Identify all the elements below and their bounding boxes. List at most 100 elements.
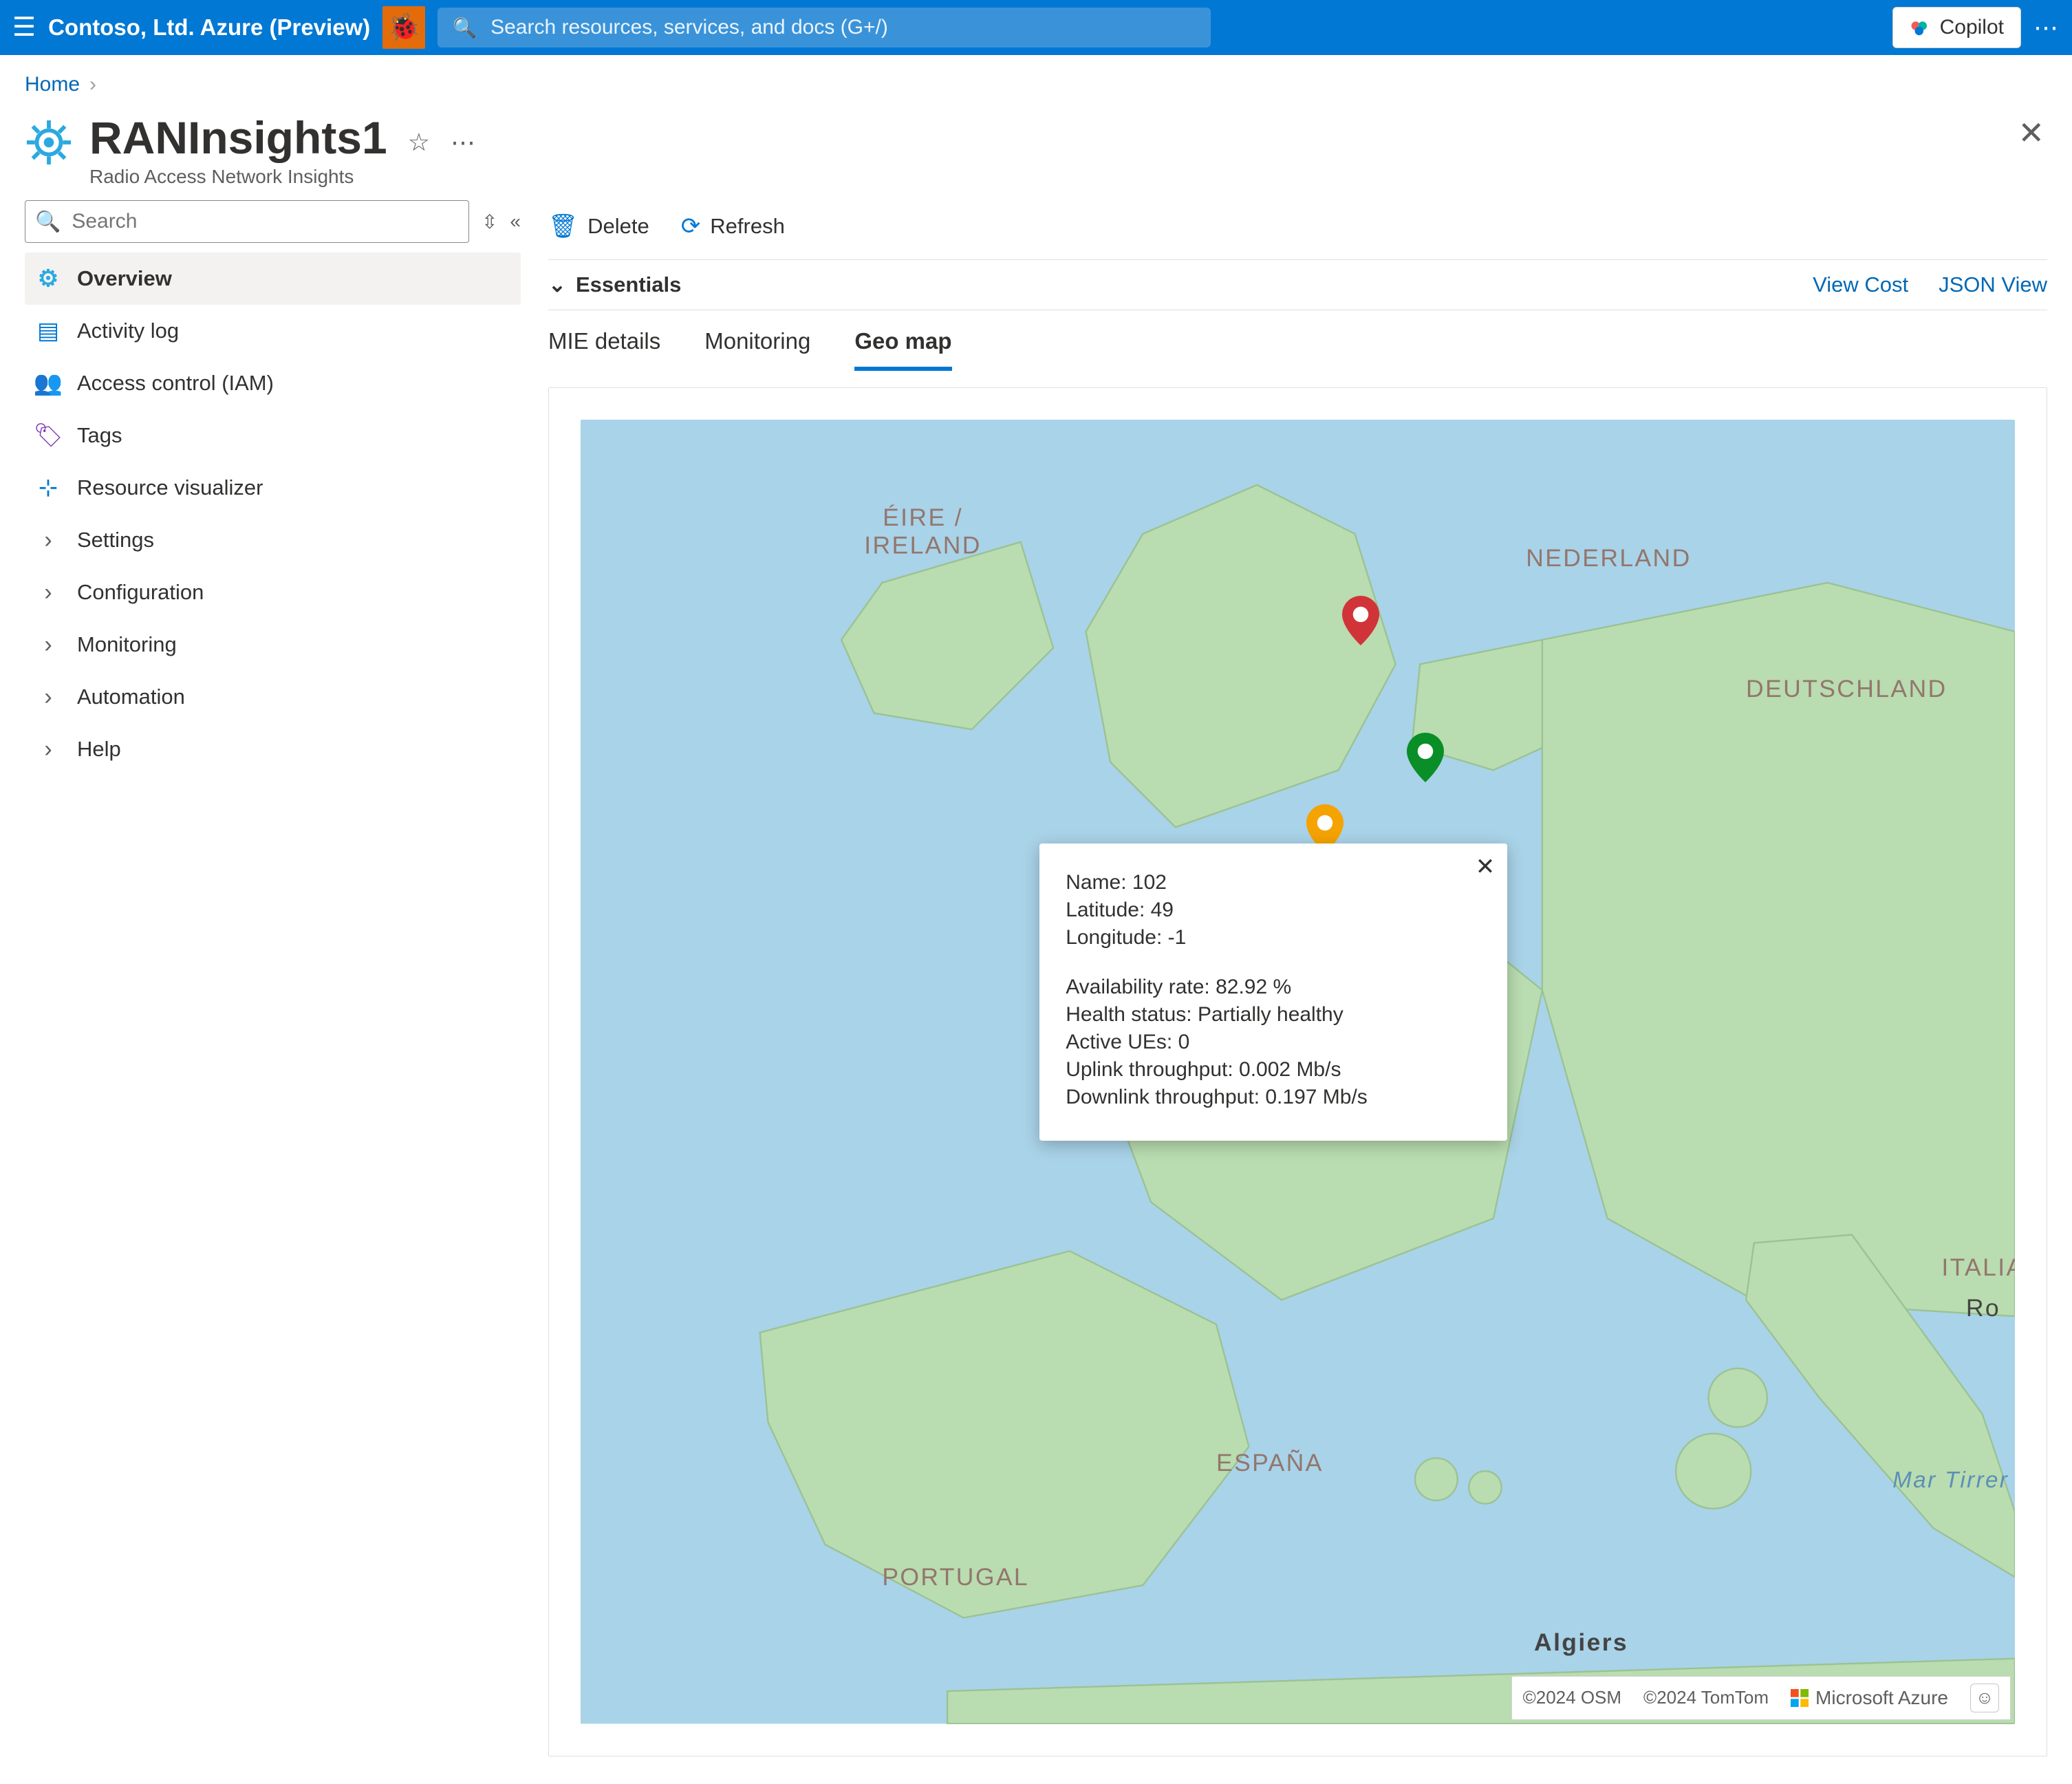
more-icon[interactable]: ⋯ [2033,13,2060,42]
chevron-right-icon: › [89,73,96,96]
tenant-name[interactable]: Contoso, Ltd. Azure (Preview) [48,14,370,41]
attrib-tomtom: ©2024 TomTom [1643,1687,1769,1708]
sidebar-item-label: Automation [77,685,185,709]
map-attribution: ©2024 OSM ©2024 TomTom Microsoft Azure ☺ [1511,1676,2011,1720]
map-pin-green[interactable] [1405,733,1445,782]
svg-text:DEUTSCHLAND: DEUTSCHLAND [1746,675,1947,702]
people-icon: 👥 [34,369,62,397]
chevron-right-icon: › [34,632,62,658]
refresh-icon: ⟳ [681,213,701,240]
sidebar-item-resource-visualizer[interactable]: ⊹Resource visualizer [25,462,521,514]
chevron-right-icon: › [34,736,62,763]
sidebar-item-access-control-iam-[interactable]: 👥 Access control (IAM) [25,357,521,409]
tabs: MIE details Monitoring Geo map [548,310,2047,371]
sidebar-search[interactable]: 🔍 [25,200,469,243]
map-panel: ÉIRE /IRELAND NEDERLAND DEUTSCHLAND ITAL… [548,387,2047,1756]
refresh-button[interactable]: ⟳ Refresh [681,213,785,240]
sidebar-item-monitoring[interactable]: › Monitoring [25,619,521,671]
tag-icon: 🏷 [34,422,62,449]
toolbar: 🗑 Delete ⟳ Refresh [548,200,2047,259]
map-pin-red[interactable] [1341,596,1381,645]
chevron-right-icon: › [34,579,62,606]
page-subtitle: Radio Access Network Insights [89,166,387,188]
report-bug-icon[interactable]: 🐞 [382,6,425,49]
svg-text:PORTUGAL: PORTUGAL [882,1563,1029,1591]
log-icon: ▤ [34,317,62,345]
chevron-right-icon: › [34,684,62,711]
trash-icon: 🗑 [548,213,578,240]
json-view-link[interactable]: JSON View [1939,272,2047,297]
expand-icon[interactable]: ⇳ [482,211,497,233]
sidebar-item-label: Settings [77,528,154,552]
svg-text:ESPAÑA: ESPAÑA [1216,1450,1324,1477]
sidebar-item-activity-log[interactable]: ▤ Activity log [25,305,521,357]
search-icon: 🔍 [35,210,61,234]
hamburger-icon[interactable]: ☰ [12,14,36,41]
attrib-osm: ©2024 OSM [1523,1687,1621,1708]
sidebar-item-label: Configuration [77,580,204,605]
delete-label: Delete [587,214,649,239]
sidebar-item-label: Help [77,737,121,762]
svg-text:NEDERLAND: NEDERLAND [1526,545,1691,572]
popup-row: Active UEs: 0 [1066,1031,1481,1054]
search-icon: 🔍 [453,17,477,39]
sidebar-item-label: Overview [77,266,172,291]
sidebar-item-automation[interactable]: › Automation [25,671,521,723]
chevron-down-icon: ⌄ [548,272,566,297]
sidebar: 🔍 ⇳ « ⚙ Overview ▤ Activity log 👥 Access cont… [0,200,521,1783]
copilot-button[interactable]: Copilot [1892,7,2021,48]
svg-text:Algiers: Algiers [1534,1629,1628,1656]
map-popup: ✕ Name: 102 Latitude: 49 Longitude: -1 A… [1039,843,1507,1141]
popup-close-icon[interactable]: ✕ [1476,853,1496,881]
sidebar-item-label: Access control (IAM) [77,371,274,396]
main-content: 🗑 Delete ⟳ Refresh ⌄ Essentials View Cos… [521,200,2072,1783]
popup-row: Uplink throughput: 0.002 Mb/s [1066,1058,1481,1082]
sidebar-item-label: Tags [77,423,122,448]
sidebar-item-configuration[interactable]: › Configuration [25,566,521,619]
sidebar-item-help[interactable]: › Help [25,723,521,775]
page-header: RANInsights1 Radio Access Network Insigh… [0,114,2072,200]
svg-text:Ro: Ro [1966,1294,2000,1322]
resource-icon [25,118,73,166]
sidebar-item-label: Activity log [77,319,179,343]
sidebar-item-settings[interactable]: › Settings [25,514,521,566]
popup-row: Health status: Partially healthy [1066,1003,1481,1027]
more-actions-icon[interactable]: ⋯ [451,128,475,157]
tab-geo-map[interactable]: Geo map [854,328,951,371]
microsoft-azure-logo: Microsoft Azure [1791,1687,1948,1709]
popup-row: Latitude: 49 [1066,899,1481,922]
sidebar-item-label: Monitoring [77,632,177,657]
view-cost-link[interactable]: View Cost [1813,272,1908,297]
page-title: RANInsights1 [89,114,387,162]
svg-text:ITALIA: ITALIA [1941,1254,2015,1281]
tab-mie-details[interactable]: MIE details [548,328,660,371]
svg-text:Mar Tirrer: Mar Tirrer [1892,1468,2009,1493]
top-bar: ☰ Contoso, Ltd. Azure (Preview) 🐞 🔍 Copi… [0,0,2072,55]
pin-icon[interactable]: ☆ [408,128,430,157]
breadcrumb-home[interactable]: Home [25,73,80,96]
feedback-icon[interactable]: ☺ [1970,1684,1999,1712]
sidebar-search-input[interactable] [70,209,459,234]
popup-row: Name: 102 [1066,871,1481,894]
popup-row: Availability rate: 82.92 % [1066,976,1481,999]
sidebar-item-overview[interactable]: ⚙ Overview [25,252,521,305]
sidebar-item-label: Resource visualizer [77,475,263,500]
essentials-section: ⌄ Essentials View Cost JSON View [548,259,2047,310]
geo-map[interactable]: ÉIRE /IRELAND NEDERLAND DEUTSCHLAND ITAL… [581,420,2015,1723]
copilot-icon [1910,17,1930,38]
tab-monitoring[interactable]: Monitoring [704,328,810,371]
collapse-sidebar-icon[interactable]: « [510,211,521,233]
sidebar-item-tags[interactable]: 🏷 Tags [25,409,521,462]
essentials-toggle[interactable]: ⌄ Essentials [548,272,681,297]
delete-button[interactable]: 🗑 Delete [548,213,649,240]
breadcrumb: Home › [0,55,2072,114]
popup-row: Longitude: -1 [1066,926,1481,949]
copilot-label: Copilot [1940,16,2004,39]
global-search[interactable]: 🔍 [438,8,1211,47]
gear-icon: ⚙ [34,265,62,292]
essentials-label: Essentials [576,272,681,297]
global-search-input[interactable] [489,15,1196,40]
close-icon[interactable]: ✕ [2018,114,2044,151]
popup-row: Downlink throughput: 0.197 Mb/s [1066,1086,1481,1109]
chevron-right-icon: › [34,527,62,554]
